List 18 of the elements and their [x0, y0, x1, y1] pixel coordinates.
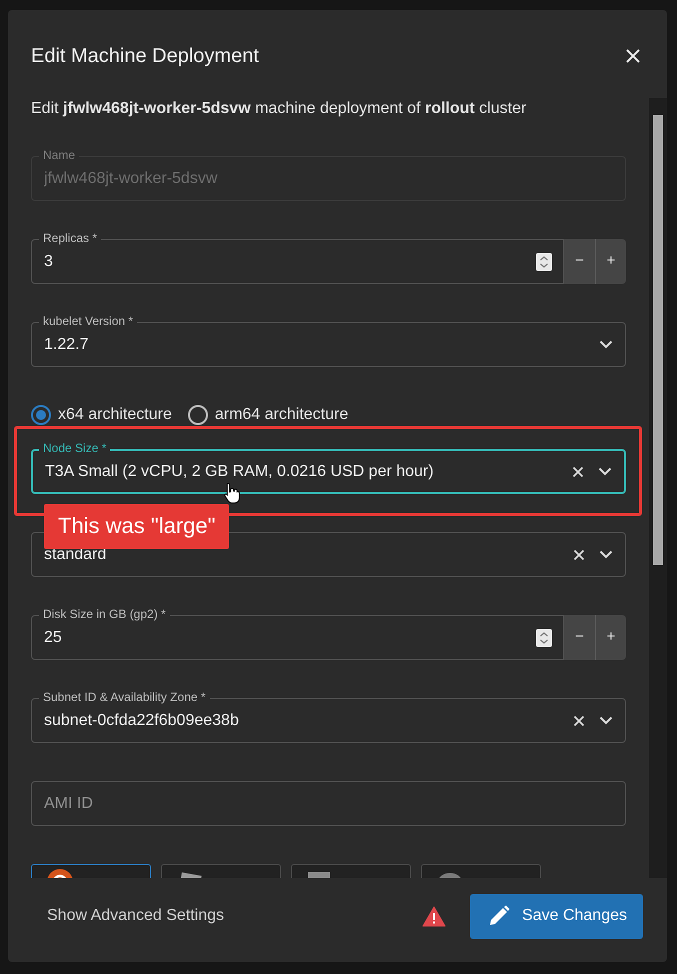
description-text: Edit jfwlw468jt-worker-5dsvw machine deployment of rollout cluster	[31, 99, 528, 119]
decrement-button[interactable]: −	[564, 615, 595, 660]
increment-button[interactable]: +	[595, 239, 626, 284]
text-field[interactable]: AMI ID	[31, 781, 626, 826]
modal-title: Edit Machine Deployment	[31, 44, 259, 68]
decrement-button[interactable]: −	[564, 239, 595, 284]
field-label: Subnet ID & Availability Zone *	[39, 690, 210, 704]
field-label: Disk Size in GB (gp2) *	[39, 607, 170, 621]
radio-option[interactable]: arm64 architecture	[188, 403, 348, 427]
annotation-callout: This was "large"	[44, 504, 230, 549]
radio-option[interactable]: x64 architecture	[31, 403, 172, 427]
field-label: Replicas *	[39, 231, 102, 245]
advanced-settings-link[interactable]: Show Advanced Settings	[47, 904, 422, 928]
save-button[interactable]: Save Changes	[470, 894, 643, 938]
field-label: Name	[39, 148, 80, 162]
field-label: Node Size *	[39, 441, 110, 455]
increment-button[interactable]: +	[595, 615, 626, 660]
field-label: kubelet Version *	[39, 314, 138, 328]
